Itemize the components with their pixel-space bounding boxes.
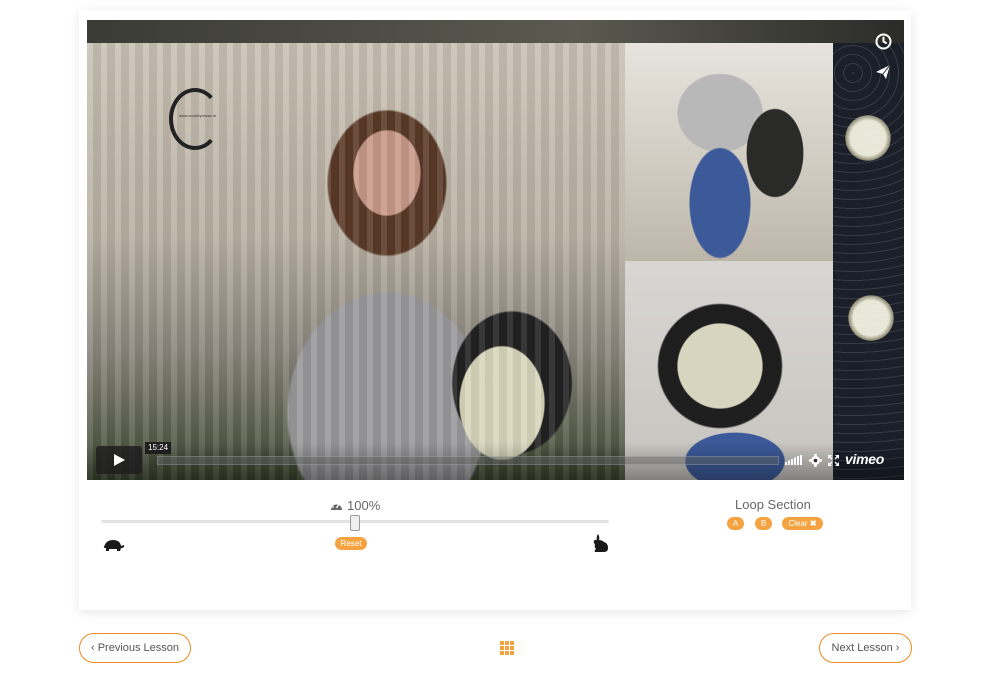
turtle-icon xyxy=(103,540,125,551)
faster-button[interactable] xyxy=(591,534,610,558)
speed-value: 100% xyxy=(347,498,381,513)
play-button[interactable] xyxy=(96,446,142,474)
paper-plane-icon xyxy=(876,64,891,79)
previous-lesson-button[interactable]: ‹ Previous Lesson xyxy=(79,633,191,663)
chevron-left-icon: ‹ xyxy=(90,642,95,654)
next-lesson-label: Next Lesson xyxy=(831,642,893,654)
watch-later-button[interactable] xyxy=(869,27,897,55)
video-inset-top xyxy=(625,43,833,261)
next-lesson-button[interactable]: Next Lesson › xyxy=(819,633,912,663)
video-progress-bar[interactable] xyxy=(157,456,779,465)
channel-logo xyxy=(169,88,221,150)
share-button[interactable] xyxy=(869,58,897,86)
previous-lesson-label: Previous Lesson xyxy=(97,642,180,654)
fullscreen-button[interactable] xyxy=(827,453,839,467)
chevron-right-icon: › xyxy=(895,642,900,654)
lesson-grid-button[interactable] xyxy=(500,641,514,655)
loop-b-button[interactable]: B xyxy=(755,517,772,530)
fullscreen-icon xyxy=(827,454,839,466)
vimeo-logo[interactable]: vimeo xyxy=(845,451,884,467)
gear-icon xyxy=(808,453,822,467)
speed-slider-handle[interactable] xyxy=(350,515,360,531)
video-top-strip xyxy=(87,20,904,43)
speed-display: 100% xyxy=(330,498,380,513)
clock-icon xyxy=(875,33,891,49)
video-main-frame: www.countrymusic.ie xyxy=(87,43,625,480)
speed-reset-button[interactable]: Reset xyxy=(335,537,367,550)
loop-clear-button[interactable]: Clear ✖ xyxy=(782,517,823,530)
tachometer-icon xyxy=(331,502,342,510)
logo-text: www.countrymusic.ie xyxy=(179,113,217,118)
loop-clear-label: Clear xyxy=(788,519,808,528)
time-tooltip: 15:24 xyxy=(145,442,172,454)
slower-button[interactable] xyxy=(101,538,125,556)
video-player[interactable]: www.countrymusic.ie xyxy=(87,20,904,480)
volume-button[interactable] xyxy=(784,453,802,467)
video-right-strip xyxy=(833,43,904,480)
volume-bars-icon xyxy=(784,455,802,465)
loop-section-title: Loop Section xyxy=(735,497,811,512)
rabbit-icon xyxy=(593,534,608,552)
loop-a-button[interactable]: A xyxy=(727,517,744,530)
settings-button[interactable] xyxy=(808,453,822,467)
times-icon: ✖ xyxy=(809,519,817,528)
play-icon xyxy=(114,454,125,466)
